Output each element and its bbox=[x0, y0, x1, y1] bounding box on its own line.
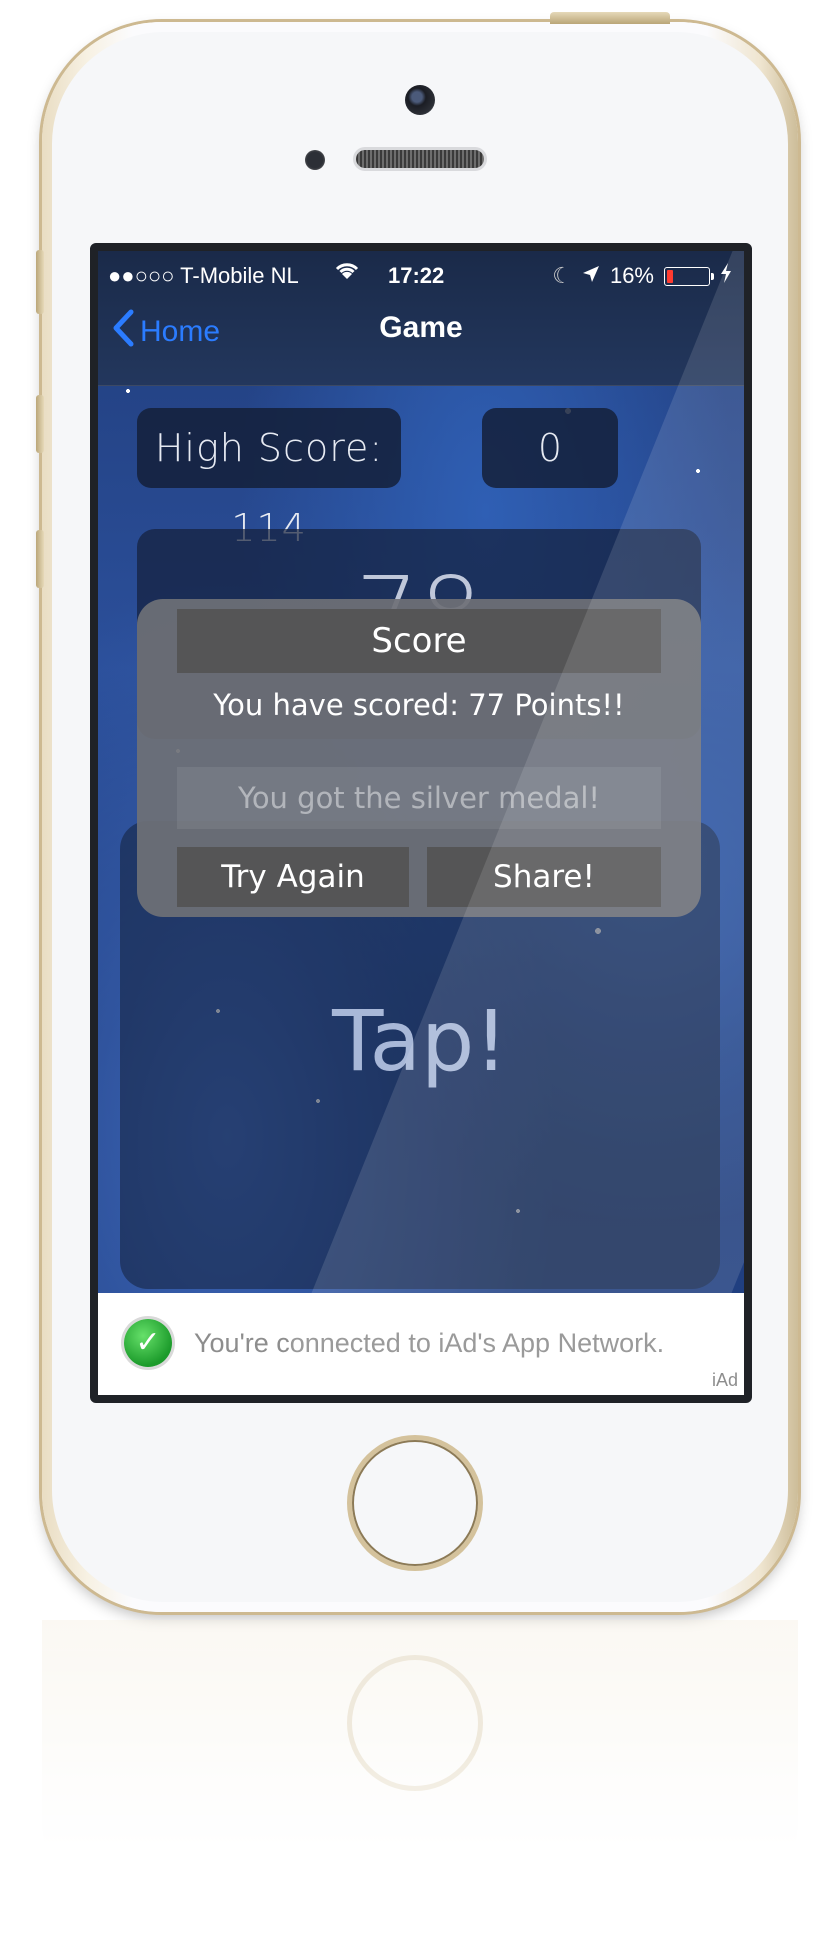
iad-badge: iAd bbox=[711, 1370, 738, 1390]
score-alert: Score You have scored: 77 Points!! You g… bbox=[137, 599, 701, 917]
location-arrow-icon bbox=[582, 263, 600, 289]
ad-message: You're connected to iAd's App Network. bbox=[194, 1328, 665, 1358]
navigation-bar: ●●○○○ T-Mobile NL 17:22 ☾ 16% Home Game bbox=[98, 251, 744, 386]
earpiece-speaker bbox=[356, 150, 484, 168]
status-bar: ●●○○○ T-Mobile NL 17:22 ☾ 16% bbox=[98, 251, 744, 301]
battery-fill bbox=[667, 269, 674, 283]
reflection-fade bbox=[42, 1740, 798, 1940]
space-background: High Score: 114 0 78 Tap! Score You have… bbox=[98, 251, 744, 1293]
nav-title: Game bbox=[379, 311, 463, 344]
status-right: ☾ 16% bbox=[552, 263, 732, 289]
medal-text: You got the silver medal! bbox=[177, 767, 661, 829]
battery-icon bbox=[664, 266, 714, 286]
alert-message: You have scored: 77 Points!! bbox=[213, 688, 625, 722]
mute-switch bbox=[36, 250, 44, 314]
home-button[interactable] bbox=[352, 1440, 478, 1566]
wifi-icon bbox=[333, 259, 361, 289]
checkmark-icon: ✓ bbox=[124, 1319, 172, 1367]
alert-title: Score bbox=[177, 609, 661, 673]
sleep-button bbox=[550, 12, 670, 24]
clock-label: 17:22 bbox=[388, 263, 445, 288]
try-again-button[interactable]: Try Again bbox=[177, 847, 409, 907]
share-button[interactable]: Share! bbox=[427, 847, 661, 907]
volume-up-button bbox=[36, 395, 44, 453]
moon-icon: ☾ bbox=[552, 263, 572, 288]
phone-screen: High Score: 114 0 78 Tap! Score You have… bbox=[90, 243, 752, 1403]
current-score-label: 0 bbox=[482, 408, 618, 488]
carrier-label: ●●○○○ T-Mobile NL bbox=[108, 263, 299, 288]
battery-percent: 16% bbox=[609, 263, 654, 288]
tap-label: Tap! bbox=[332, 992, 508, 1090]
iad-banner[interactable]: ✓ You're connected to iAd's App Network.… bbox=[98, 1293, 744, 1395]
phone-reflection bbox=[42, 1620, 798, 1940]
charging-bolt-icon bbox=[720, 263, 732, 289]
proximity-sensor bbox=[305, 150, 325, 170]
high-score-label: High Score: 114 bbox=[137, 408, 401, 550]
volume-down-button bbox=[36, 530, 44, 588]
front-camera bbox=[405, 85, 435, 115]
